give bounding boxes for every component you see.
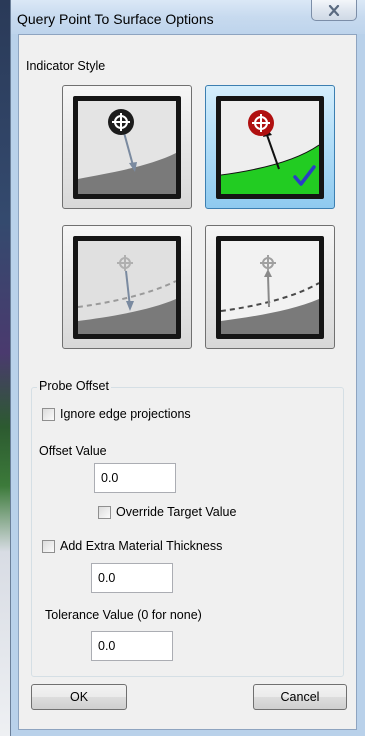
indicator-style-option-3[interactable] xyxy=(62,225,192,349)
override-target-label: Override Target Value xyxy=(116,505,237,519)
dialog-title: Query Point To Surface Options xyxy=(17,11,214,27)
extra-material-checkbox[interactable] xyxy=(42,540,55,553)
indicator-style-label: Indicator Style xyxy=(26,59,106,73)
tolerance-label: Tolerance Value (0 for none) xyxy=(45,608,202,622)
override-target-checkbox[interactable] xyxy=(98,506,111,519)
offset-value-field[interactable]: 0.0 xyxy=(94,463,176,493)
probe-arrow-up-green-surface-check-icon xyxy=(221,100,319,194)
title-bar: Query Point To Surface Options xyxy=(11,0,365,34)
offset-value-label: Offset Value xyxy=(39,444,107,458)
dialog-body: Indicator Style Probe Offset Ignore edge… xyxy=(18,34,357,730)
indicator-style-option-4[interactable] xyxy=(205,225,335,349)
ignore-edge-label: Ignore edge projections xyxy=(60,407,191,421)
cancel-button[interactable]: Cancel xyxy=(253,684,347,710)
ignore-edge-checkbox[interactable] xyxy=(42,408,55,421)
close-icon xyxy=(328,4,340,16)
ok-button[interactable]: OK xyxy=(31,684,127,710)
indicator-style-option-2[interactable] xyxy=(205,85,335,209)
probe-arrow-down-gray-surface-icon xyxy=(78,100,176,194)
probe-offset-group xyxy=(31,387,344,677)
close-button[interactable] xyxy=(311,0,357,21)
indicator-style-option-1[interactable] xyxy=(62,85,192,209)
background-strip xyxy=(0,0,10,736)
probe-pin-dashed-offset-gray-icon xyxy=(78,240,176,334)
probe-pin-dashed-offset-white-icon xyxy=(221,240,319,334)
dialog-window: Query Point To Surface Options Indicator… xyxy=(10,0,365,736)
tolerance-field[interactable]: 0.0 xyxy=(91,631,173,661)
probe-offset-group-title: Probe Offset xyxy=(37,379,111,393)
extra-material-field[interactable]: 0.0 xyxy=(91,563,173,593)
extra-material-label: Add Extra Material Thickness xyxy=(60,539,223,553)
